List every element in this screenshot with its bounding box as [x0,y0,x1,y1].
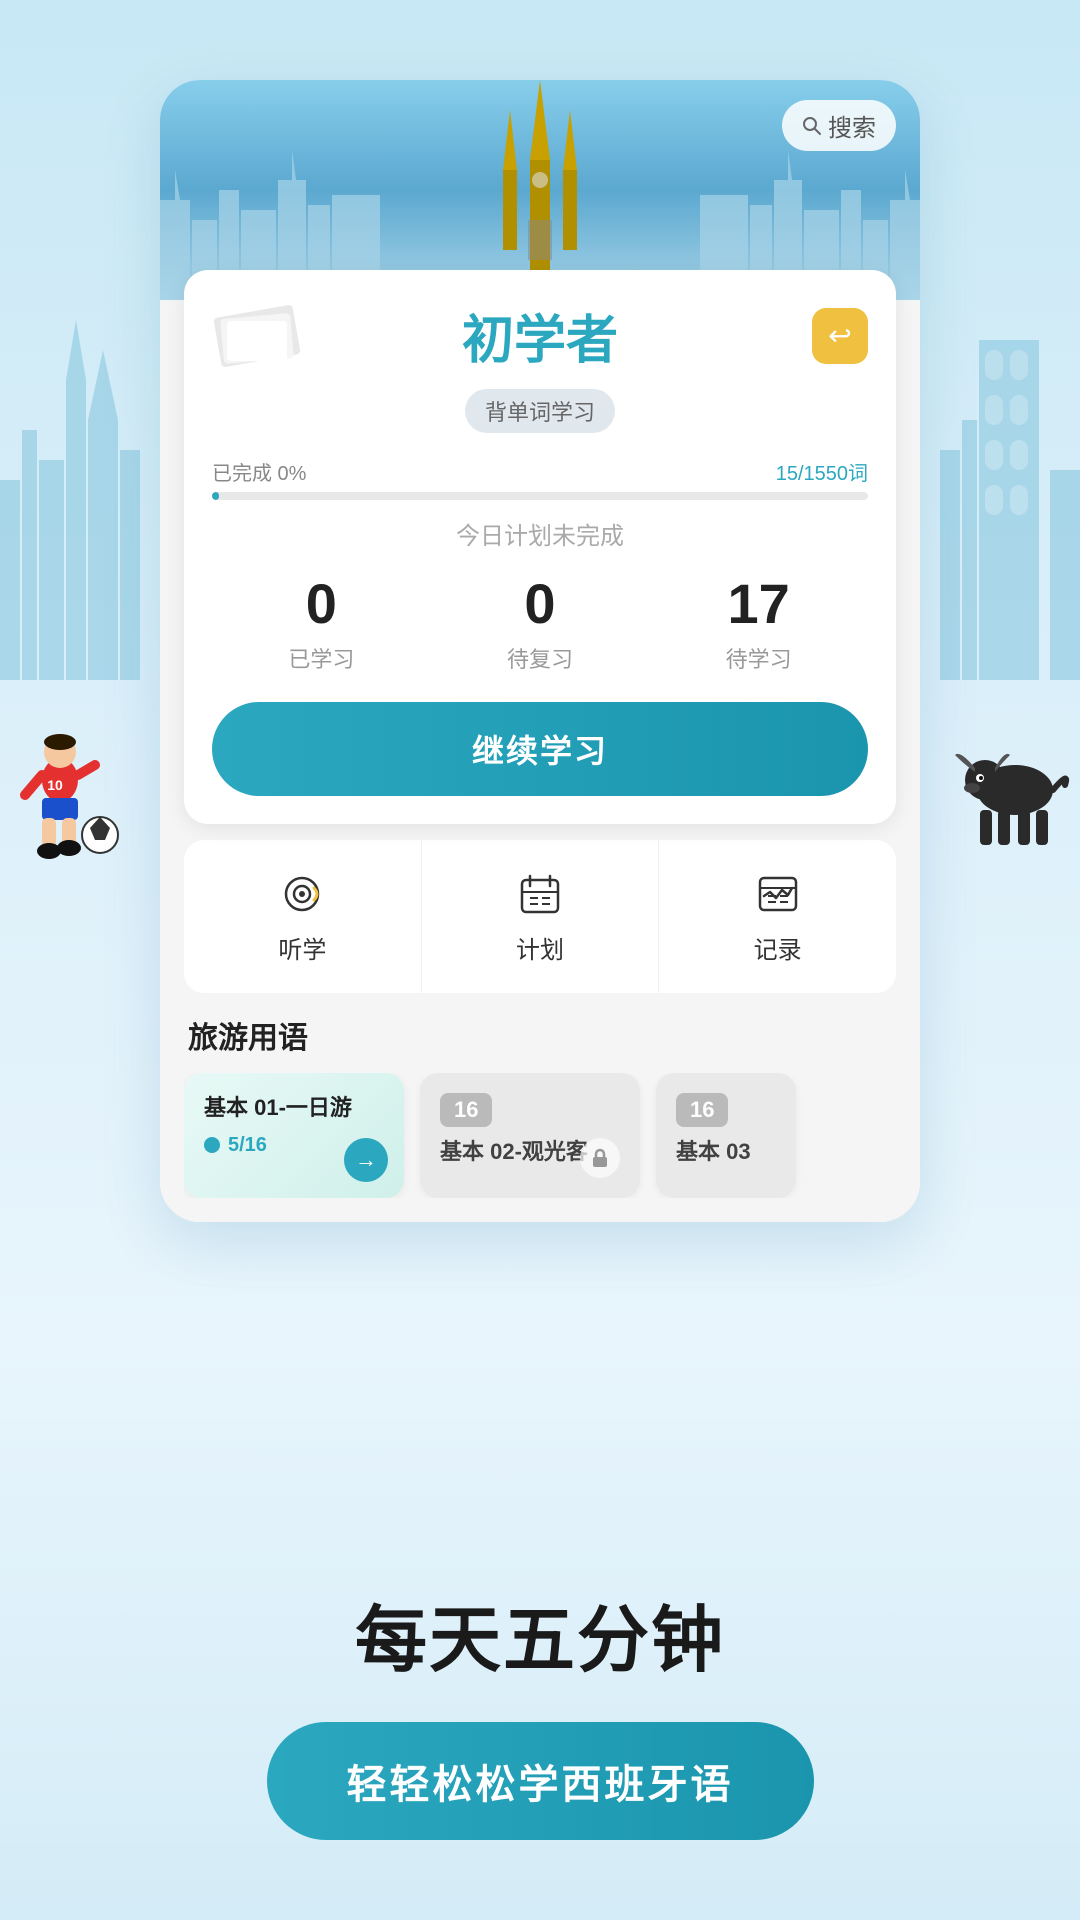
big-title: 每天五分钟 [355,1581,725,1686]
action-listen-label: 听学 [278,930,326,965]
vocab-badge-wrap: 背单词学习 [212,389,868,445]
search-label: 搜索 [828,108,876,143]
stats-row: 0 已学习 0 待复习 17 待学习 [212,571,868,674]
lesson-3-count: 16 [676,1093,728,1127]
record-icon [752,868,804,920]
progress-section: 已完成 0% 15/1550词 [212,457,868,500]
hero-banner: 搜索 [160,80,920,300]
svg-text:10: 10 [47,777,63,793]
bottom-section: 每天五分钟 轻轻松松学西班牙语 [0,1531,1080,1920]
back-button[interactable]: ↩ [812,308,868,364]
search-button[interactable]: 搜索 [782,100,896,151]
progress-right-label: 15/1550词 [776,457,868,486]
card-header: 初学者 ↩ [212,298,868,373]
stat-review: 0 待复习 [507,571,573,674]
lesson-card-1[interactable]: 基本 01-一日游 5/16 → [184,1073,404,1198]
card-title: 初学者 [462,298,618,373]
action-plan[interactable]: 计划 [422,840,660,993]
main-content: 初学者 ↩ 背单词学习 已完成 0% 15/1550词 今日计划未完成 [160,270,920,1222]
lesson-card-3[interactable]: 16 基本 03 [656,1073,796,1198]
action-listen[interactable]: 听学 [184,840,422,993]
vocab-badge: 背单词学习 [465,389,615,433]
right-decoration [940,80,1080,980]
progress-labels: 已完成 0% 15/1550词 [212,457,868,486]
stat-review-label: 待复习 [507,642,573,674]
app-area: 10 [0,0,1080,1531]
plan-icon [514,868,566,920]
stat-pending-label: 待学习 [726,642,792,674]
lesson-card-2[interactable]: 16 基本 02-观光客 [420,1073,640,1198]
progress-dot [204,1137,220,1153]
lesson-3-title: 基本 03 [676,1137,776,1168]
stat-review-number: 0 [524,571,555,636]
lesson-2-lock-icon [580,1138,620,1178]
stat-pending: 17 待学习 [726,571,792,674]
lesson-1-title: 基本 01-一日游 [204,1093,384,1124]
stat-studied-label: 已学习 [288,642,354,674]
left-decoration: 10 [0,80,140,980]
progress-track [212,492,868,500]
book-icon [212,301,302,371]
cathedral-icon [470,80,610,290]
listen-icon [276,868,328,920]
section-title: 旅游用语 [184,1013,896,1057]
cta-button[interactable]: 轻轻松松学西班牙语 [267,1722,814,1840]
lesson-1-progress-text: 5/16 [228,1134,267,1157]
action-plan-label: 计划 [516,930,564,965]
phone-card: 搜索 初学者 ↩ 背单词学习 [160,80,920,1222]
continue-button[interactable]: 继续学习 [212,702,868,796]
search-icon [802,116,822,136]
progress-fill [212,492,219,500]
stat-studied-number: 0 [306,571,337,636]
action-record-label: 记录 [754,930,802,965]
stat-pending-number: 17 [727,571,789,636]
progress-left-label: 已完成 0% [212,457,306,486]
stat-studied: 0 已学习 [288,571,354,674]
today-plan-text: 今日计划未完成 [212,516,868,551]
lesson-1-arrow[interactable]: → [344,1138,388,1182]
actions-card: 听学 [184,840,896,993]
lessons-row: 基本 01-一日游 5/16 → 16 基本 02-观光客 [184,1073,896,1198]
lesson-2-count: 16 [440,1093,492,1127]
learning-card: 初学者 ↩ 背单词学习 已完成 0% 15/1550词 今日计划未完成 [184,270,896,824]
action-record[interactable]: 记录 [659,840,896,993]
